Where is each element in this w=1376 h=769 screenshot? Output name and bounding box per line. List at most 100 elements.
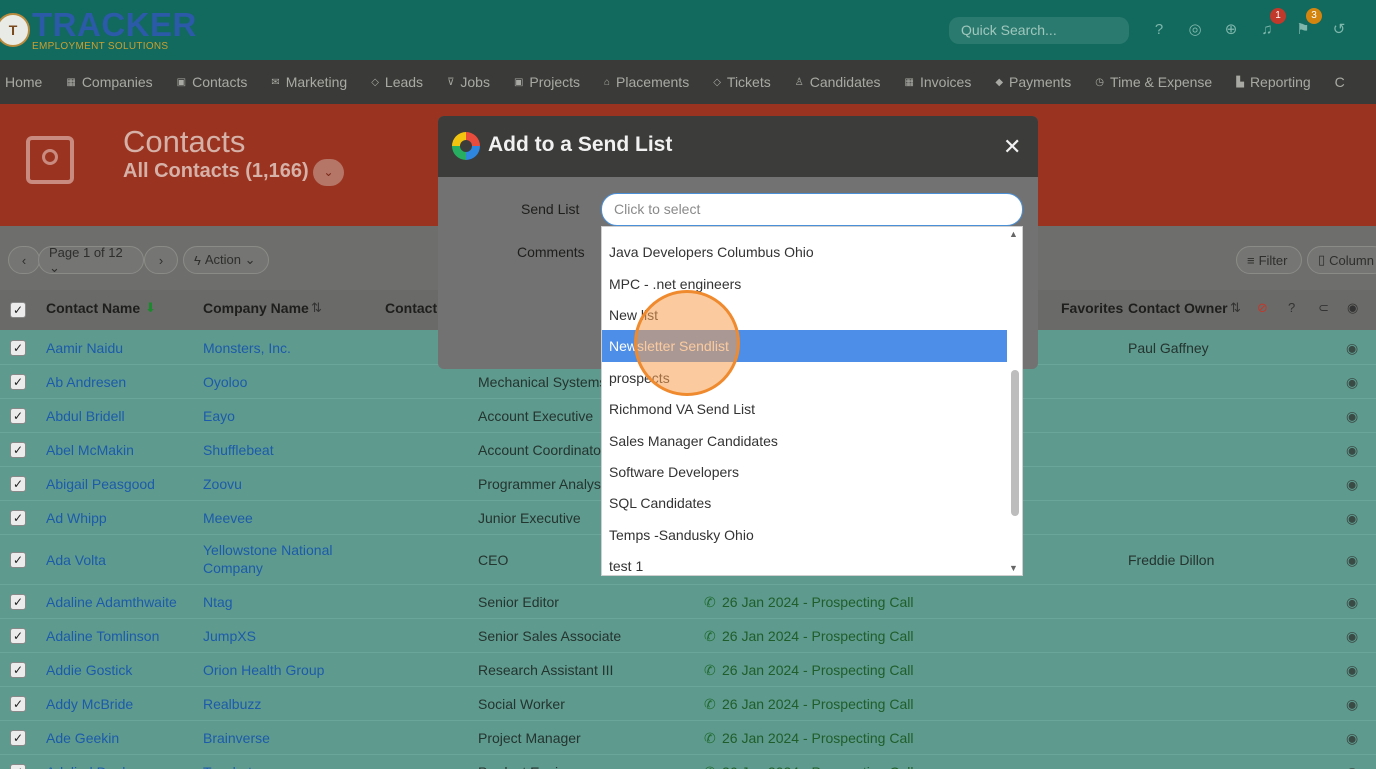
row-checkbox[interactable]: ✓ <box>10 552 26 568</box>
nav-item-contacts[interactable]: ▣ Contacts <box>165 74 260 90</box>
eye-icon[interactable]: ◉ <box>1346 730 1358 747</box>
last-activity[interactable]: 26 Jan 2024 - Prospecting Call <box>722 764 913 769</box>
company-name-link[interactable]: Monsters, Inc. <box>203 340 291 356</box>
nav-item-marketing[interactable]: ✉ Marketing <box>259 74 359 90</box>
nav-item-placements[interactable]: ⌂ Placements <box>592 74 701 90</box>
scroll-up-icon[interactable]: ▲ <box>1009 229 1018 239</box>
filter-button[interactable]: ≡ Filter <box>1236 246 1302 274</box>
send-list-option[interactable]: Sales Manager Candidates <box>602 425 1007 457</box>
close-icon[interactable]: ✕ <box>1003 134 1021 160</box>
contact-name-link[interactable]: Abel McMakin <box>46 442 134 458</box>
send-list-option[interactable]: Java Developers Columbus Ohio <box>602 236 1007 268</box>
send-list-select[interactable]: Click to select <box>601 193 1023 226</box>
company-name-link[interactable]: Brainverse <box>203 730 270 746</box>
nav-item-invoices[interactable]: ▦ Invoices <box>893 74 984 90</box>
nav-item-payments[interactable]: ◆ Payments <box>983 74 1083 90</box>
row-checkbox[interactable]: ✓ <box>10 662 26 678</box>
contact-name-link[interactable]: Adaline Adamthwaite <box>46 594 177 610</box>
eye-icon[interactable]: ◉ <box>1346 662 1358 679</box>
company-name-link[interactable]: Ntag <box>203 594 233 610</box>
row-checkbox[interactable]: ✓ <box>10 764 26 769</box>
last-activity[interactable]: 26 Jan 2024 - Prospecting Call <box>722 730 913 746</box>
flag-icon[interactable]: ⚑ 3 <box>1292 8 1322 40</box>
page-selector[interactable]: Page 1 of 12 ⌄ <box>38 245 144 275</box>
contact-name-link[interactable]: Adaline Tomlinson <box>46 628 159 644</box>
eye-icon[interactable]: ◉ <box>1346 340 1358 357</box>
row-checkbox[interactable]: ✓ <box>10 696 26 712</box>
sort-down-icon[interactable]: ⬇ <box>145 300 156 316</box>
contact-name-link[interactable]: Adelind Dunlop <box>46 764 141 769</box>
eye-icon[interactable]: ◉ <box>1347 300 1358 316</box>
nav-item-time-expense[interactable]: ◷ Time & Expense <box>1083 74 1224 90</box>
company-name-link[interactable]: Oyoloo <box>203 374 247 390</box>
table-row[interactable]: ✓ Adaline Tomlinson JumpXS Senior Sales Ass… <box>0 619 1376 653</box>
company-name-link[interactable]: Meevee <box>203 510 253 526</box>
nav-item-c[interactable]: C <box>1323 74 1357 90</box>
sort-icon[interactable]: ⇅ <box>1230 300 1241 316</box>
row-checkbox[interactable]: ✓ <box>10 476 26 492</box>
contact-name-link[interactable]: Addy McBride <box>46 696 133 712</box>
nav-item-candidates[interactable]: ♙ Candidates <box>783 74 893 90</box>
eye-icon[interactable]: ◉ <box>1346 552 1358 569</box>
attachment-icon[interactable]: ⊂ <box>1318 300 1329 316</box>
company-name-link[interactable]: Topshot <box>203 764 252 769</box>
dropdown-scrollbar-thumb[interactable] <box>1011 370 1019 516</box>
contact-name-link[interactable]: Aamir Naidu <box>46 340 123 356</box>
company-name-link[interactable]: Yellowstone National <box>203 542 332 558</box>
add-icon[interactable]: ⊕ <box>1220 18 1242 40</box>
table-row[interactable]: ✓ Adelind Dunlop Topshot Product Engineer ✆ 2… <box>0 755 1376 769</box>
table-row[interactable]: ✓ Addie Gostick Orion Health Group Research… <box>0 653 1376 687</box>
contact-name-link[interactable]: Ade Geekin <box>46 730 119 746</box>
eye-icon[interactable]: ◉ <box>1346 594 1358 611</box>
history-icon[interactable]: ↺ <box>1328 18 1350 40</box>
eye-icon[interactable]: ◉ <box>1346 628 1358 645</box>
contact-name-link[interactable]: Abdul Bridell <box>46 408 125 424</box>
blocked-icon[interactable]: ⊘ <box>1257 300 1268 316</box>
col-contact-owner[interactable]: Contact Owner <box>1128 300 1228 316</box>
row-checkbox[interactable]: ✓ <box>10 340 26 356</box>
send-list-option[interactable]: Richmond VA Send List <box>602 393 1007 425</box>
table-row[interactable]: ✓ Addy McBride Realbuzz Social Worker ✆ 26 Ja… <box>0 687 1376 721</box>
company-name-link[interactable]: Eayo <box>203 408 235 424</box>
send-list-option[interactable]: Software Developers <box>602 456 1007 488</box>
col-company-name[interactable]: Company Name <box>203 300 309 316</box>
chat-icon[interactable]: ◎ <box>1184 18 1206 40</box>
table-row[interactable]: ✓ Adaline Adamthwaite Ntag Senior Editor ✆ 26… <box>0 585 1376 619</box>
row-checkbox[interactable]: ✓ <box>10 408 26 424</box>
row-checkbox[interactable]: ✓ <box>10 442 26 458</box>
prev-page-button[interactable]: ‹ <box>8 246 40 274</box>
eye-icon[interactable]: ◉ <box>1346 476 1358 493</box>
contact-name-link[interactable]: Ab Andresen <box>46 374 126 390</box>
eye-icon[interactable]: ◉ <box>1346 442 1358 459</box>
company-name-link[interactable]: Company <box>203 560 263 576</box>
last-activity[interactable]: 26 Jan 2024 - Prospecting Call <box>722 696 913 712</box>
send-list-option[interactable]: SQL Candidates <box>602 487 1007 519</box>
col-contact[interactable]: Contact <box>385 300 437 316</box>
next-page-button[interactable]: › <box>144 246 178 274</box>
help-icon[interactable]: ? <box>1148 18 1170 40</box>
quick-search-input[interactable]: Quick Search... <box>949 17 1129 44</box>
nav-item-projects[interactable]: ▣ Projects <box>502 74 592 90</box>
view-dropdown-button[interactable]: ⌄ <box>313 159 344 186</box>
row-checkbox[interactable]: ✓ <box>10 730 26 746</box>
company-name-link[interactable]: Orion Health Group <box>203 662 324 678</box>
row-checkbox[interactable]: ✓ <box>10 374 26 390</box>
nav-item-reporting[interactable]: ▙ Reporting <box>1224 74 1322 90</box>
company-name-link[interactable]: JumpXS <box>203 628 256 644</box>
send-list-option[interactable]: Temps -Sandusky Ohio <box>602 519 1007 551</box>
nav-item-jobs[interactable]: ⊽ Jobs <box>435 74 502 90</box>
scroll-down-icon[interactable]: ▼ <box>1009 563 1018 573</box>
contact-name-link[interactable]: Addie Gostick <box>46 662 132 678</box>
columns-button[interactable]: ▯ Column <box>1307 246 1376 274</box>
nav-item-home[interactable]: Home <box>0 74 54 90</box>
row-checkbox[interactable]: ✓ <box>10 594 26 610</box>
eye-icon[interactable]: ◉ <box>1346 696 1358 713</box>
action-menu-button[interactable]: ϟ Action ⌄ <box>183 246 269 274</box>
send-list-option[interactable]: test 1 <box>602 550 1007 575</box>
nav-item-leads[interactable]: ◇ Leads <box>359 74 435 90</box>
last-activity[interactable]: 26 Jan 2024 - Prospecting Call <box>722 662 913 678</box>
row-checkbox[interactable]: ✓ <box>10 510 26 526</box>
col-contact-name[interactable]: Contact Name <box>46 300 140 316</box>
contact-name-link[interactable]: Ada Volta <box>46 552 106 568</box>
app-logo[interactable]: T TRACKER EMPLOYMENT SOLUTIONS <box>0 6 197 54</box>
